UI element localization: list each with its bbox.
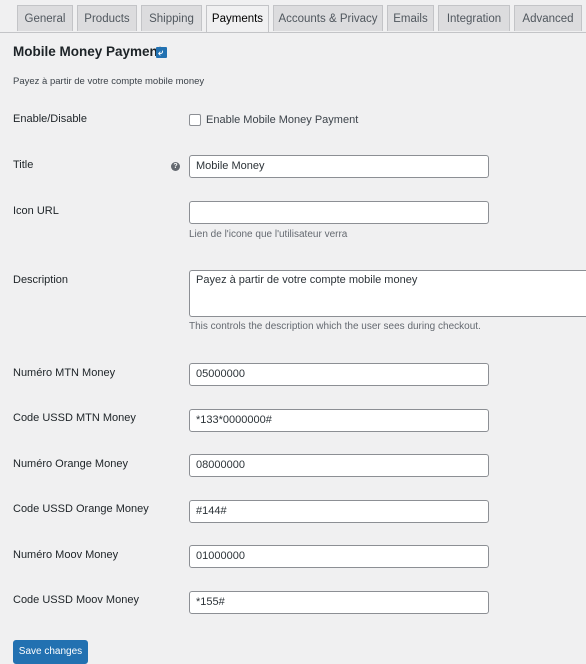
settings-tabs: General Products Shipping Payments Accou… <box>0 0 586 33</box>
title-input[interactable]: Mobile Money <box>189 155 489 178</box>
tab-shipping[interactable]: Shipping <box>141 5 202 31</box>
mtn-ussd-label: Code USSD MTN Money <box>13 412 136 424</box>
icon-url-label: Icon URL <box>13 205 59 217</box>
moov-number-label: Numéro Moov Money <box>13 549 119 561</box>
description-help: This controls the description which the … <box>189 321 481 332</box>
moov-number-input[interactable]: 01000000 <box>189 545 489 568</box>
orange-ussd-label: Code USSD Orange Money <box>13 503 149 515</box>
tab-advanced[interactable]: Advanced <box>514 5 582 31</box>
enable-checkbox-label[interactable]: Enable Mobile Money Payment <box>206 114 358 126</box>
title-label: Title <box>13 159 34 171</box>
section-title: Mobile Money Payment <box>13 44 163 59</box>
description-label: Description <box>13 274 69 286</box>
tab-payments[interactable]: Payments <box>206 5 269 32</box>
tab-emails[interactable]: Emails <box>387 5 434 31</box>
enable-checkbox[interactable] <box>189 114 201 126</box>
icon-url-help: Lien de l'icone que l'utilisateur verra <box>189 229 348 240</box>
save-changes-button[interactable]: Save changes <box>13 640 88 664</box>
tab-general[interactable]: General <box>17 5 73 31</box>
orange-number-label: Numéro Orange Money <box>13 458 128 470</box>
mtn-number-label: Numéro MTN Money <box>13 367 116 379</box>
return-arrow-icon[interactable]: ⤶ <box>156 47 167 58</box>
tab-integration[interactable]: Integration <box>438 5 510 31</box>
help-icon[interactable]: ? <box>171 162 180 171</box>
enable-label: Enable/Disable <box>13 113 87 125</box>
tab-accounts-privacy[interactable]: Accounts & Privacy <box>273 5 383 31</box>
orange-ussd-input[interactable]: #144# <box>189 500 489 523</box>
mtn-number-input[interactable]: 05000000 <box>189 363 489 386</box>
description-textarea[interactable]: Payez à partir de votre compte mobile mo… <box>189 270 586 317</box>
section-subtitle: Payez à partir de votre compte mobile mo… <box>13 76 205 87</box>
orange-number-input[interactable]: 08000000 <box>189 454 489 477</box>
icon-url-input[interactable] <box>189 201 489 224</box>
tab-products[interactable]: Products <box>77 5 137 31</box>
moov-ussd-input[interactable]: *155# <box>189 591 489 614</box>
mtn-ussd-input[interactable]: *133*0000000# <box>189 409 489 432</box>
moov-ussd-label: Code USSD Moov Money <box>13 594 139 606</box>
